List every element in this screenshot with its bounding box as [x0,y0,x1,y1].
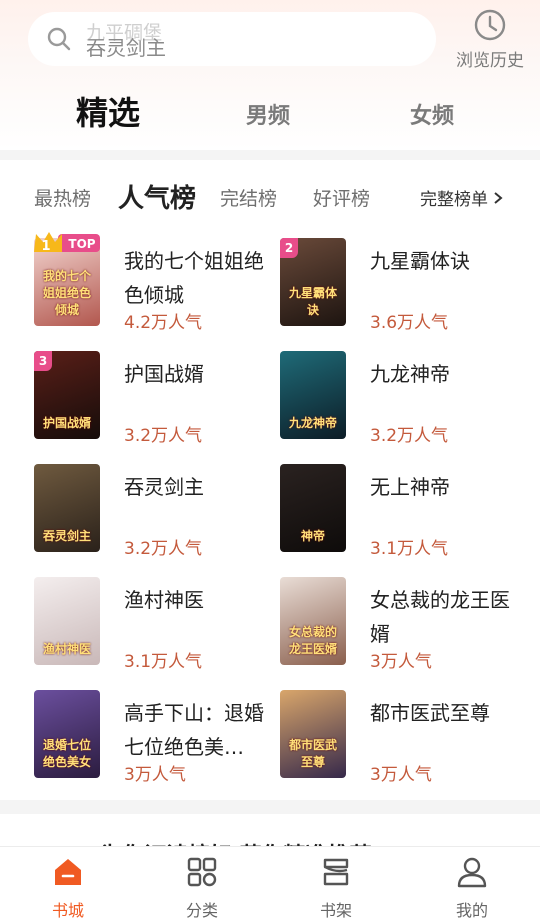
book-item[interactable]: 九星霸体诀 2 九星霸体诀 3.6万人气 [280,238,530,338]
book-title[interactable]: 护国战婿 [124,357,274,391]
book-popularity: 3.2万人气 [124,426,203,446]
book-item[interactable]: 护国战婿 3 护国战婿 3.2万人气 [34,351,284,451]
search-input[interactable]: 吞灵剑主 [86,32,166,61]
book-popularity: 3.6万人气 [370,313,449,333]
book-popularity: 3.2万人气 [370,426,449,446]
book-title[interactable]: 我的七个姐姐绝色倾城 [124,244,274,312]
chevron-right-icon [494,191,503,204]
nav-label: 分类 [185,901,218,920]
book-popularity: 4.2万人气 [124,313,203,333]
clock-icon [474,9,506,41]
book-popularity: 3万人气 [124,765,186,785]
search-bar[interactable]: 九平碉堡 吞灵剑主 [28,12,436,66]
tab-female[interactable]: 女频 [410,98,454,130]
book-popularity: 3.1万人气 [370,539,449,559]
book-cover[interactable]: 退婚七位绝色美女 [34,690,100,778]
cover-title: 神帝 [300,529,325,543]
rank-tab-finished[interactable]: 完结榜 [220,184,277,211]
book-title[interactable]: 九龙神帝 [370,357,520,391]
user-icon [457,857,487,888]
nav-label: 书架 [319,901,352,920]
cover-title: 吞灵剑主 [42,529,91,543]
bottom-nav: 书城 分类 书架 我的 [0,846,540,924]
main-tabs: 精选 男频 女频 [0,82,540,138]
book-title[interactable]: 九星霸体诀 [370,244,520,278]
history-label: 浏览历史 [456,51,524,71]
book-cover[interactable]: 九龙神帝 [280,351,346,439]
search-icon [47,27,71,51]
book-cover[interactable]: 九星霸体诀 2 [280,238,346,326]
book-popularity: 3.2万人气 [124,539,203,559]
book-cover[interactable]: 吞灵剑主 [34,464,100,552]
book-item[interactable]: 女总裁的龙王医婿 女总裁的龙王医婿 3万人气 [280,577,530,677]
book-popularity: 3万人气 [370,652,432,672]
book-title[interactable]: 吞灵剑主 [124,470,274,504]
nav-bookshelf[interactable]: 书架 [296,855,376,921]
history-button[interactable]: 浏览历史 [450,8,530,72]
nav-category[interactable]: 分类 [162,855,242,921]
book-cover[interactable]: 神帝 [280,464,346,552]
book-title[interactable]: 渔村神医 [124,583,274,617]
nav-bookstore[interactable]: 书城 [28,855,108,921]
home-icon [55,859,81,885]
section-divider [0,800,540,814]
book-item[interactable]: 我的七个姐姐绝色倾城 1 TOP 我的七个姐姐绝色倾城 4.2万人气 [34,232,284,338]
top-crown-icon: 1 TOP [34,232,100,254]
cover-title: 护国战婿 [42,416,91,430]
book-title[interactable]: 高手下山：退婚七位绝色美… [124,696,274,764]
nav-mine[interactable]: 我的 [432,855,512,921]
grid-icon [187,857,217,887]
book-item[interactable]: 都市医武至尊 都市医武至尊 3万人气 [280,690,530,790]
full-list-link[interactable]: 完整榜单 [420,185,504,210]
nav-label: 书城 [51,901,84,920]
rank-tab-hot[interactable]: 最热榜 [34,184,91,211]
book-item[interactable]: 神帝 无上神帝 3.1万人气 [280,464,530,564]
rank-badge: 3 [34,351,52,371]
book-cover[interactable]: 渔村神医 [34,577,100,665]
cover-title: 渔村神医 [42,642,91,656]
rank-tab-rated[interactable]: 好评榜 [313,184,370,211]
cover-title: 退婚七位绝色美女 [42,738,91,769]
book-item[interactable]: 渔村神医 渔村神医 3.1万人气 [34,577,284,677]
book-title[interactable]: 无上神帝 [370,470,520,504]
tab-featured[interactable]: 精选 [76,88,140,134]
book-cover[interactable]: 女总裁的龙王医婿 [280,577,346,665]
rank-tabs: 最热榜 人气榜 完结榜 好评榜 完整榜单 [0,160,540,230]
bookshelf-icon [323,858,349,886]
book-popularity: 3万人气 [370,765,432,785]
book-item[interactable]: 吞灵剑主 吞灵剑主 3.2万人气 [34,464,284,564]
rank-badge: 2 [280,238,298,258]
cover-title: 女总裁的龙王医婿 [288,625,337,656]
cover-title: 九星霸体诀 [288,286,337,317]
cover-title: 都市医武至尊 [288,738,337,769]
cover-title: 我的七个姐姐绝色倾城 [42,269,91,317]
full-list-label: 完整榜单 [420,190,488,210]
nav-label: 我的 [455,901,488,920]
crown-label: TOP [68,237,95,251]
book-title[interactable]: 女总裁的龙王医婿 [370,583,520,651]
book-popularity: 3.1万人气 [124,652,203,672]
ranking-card: 最热榜 人气榜 完结榜 好评榜 完整榜单 我的七个姐姐绝色倾城 1 TOP 我的七个姐… [0,160,540,800]
rank-tab-popular[interactable]: 人气榜 [118,178,196,215]
book-cover[interactable]: 护国战婿 3 [34,351,100,439]
cover-title: 九龙神帝 [288,416,337,430]
book-item[interactable]: 退婚七位绝色美女 高手下山：退婚七位绝色美… 3万人气 [34,690,284,790]
book-cover[interactable]: 都市医武至尊 [280,690,346,778]
book-item[interactable]: 九龙神帝 九龙神帝 3.2万人气 [280,351,530,451]
tab-male[interactable]: 男频 [246,98,290,130]
book-title[interactable]: 都市医武至尊 [370,696,520,730]
svg-text:1: 1 [41,239,50,254]
